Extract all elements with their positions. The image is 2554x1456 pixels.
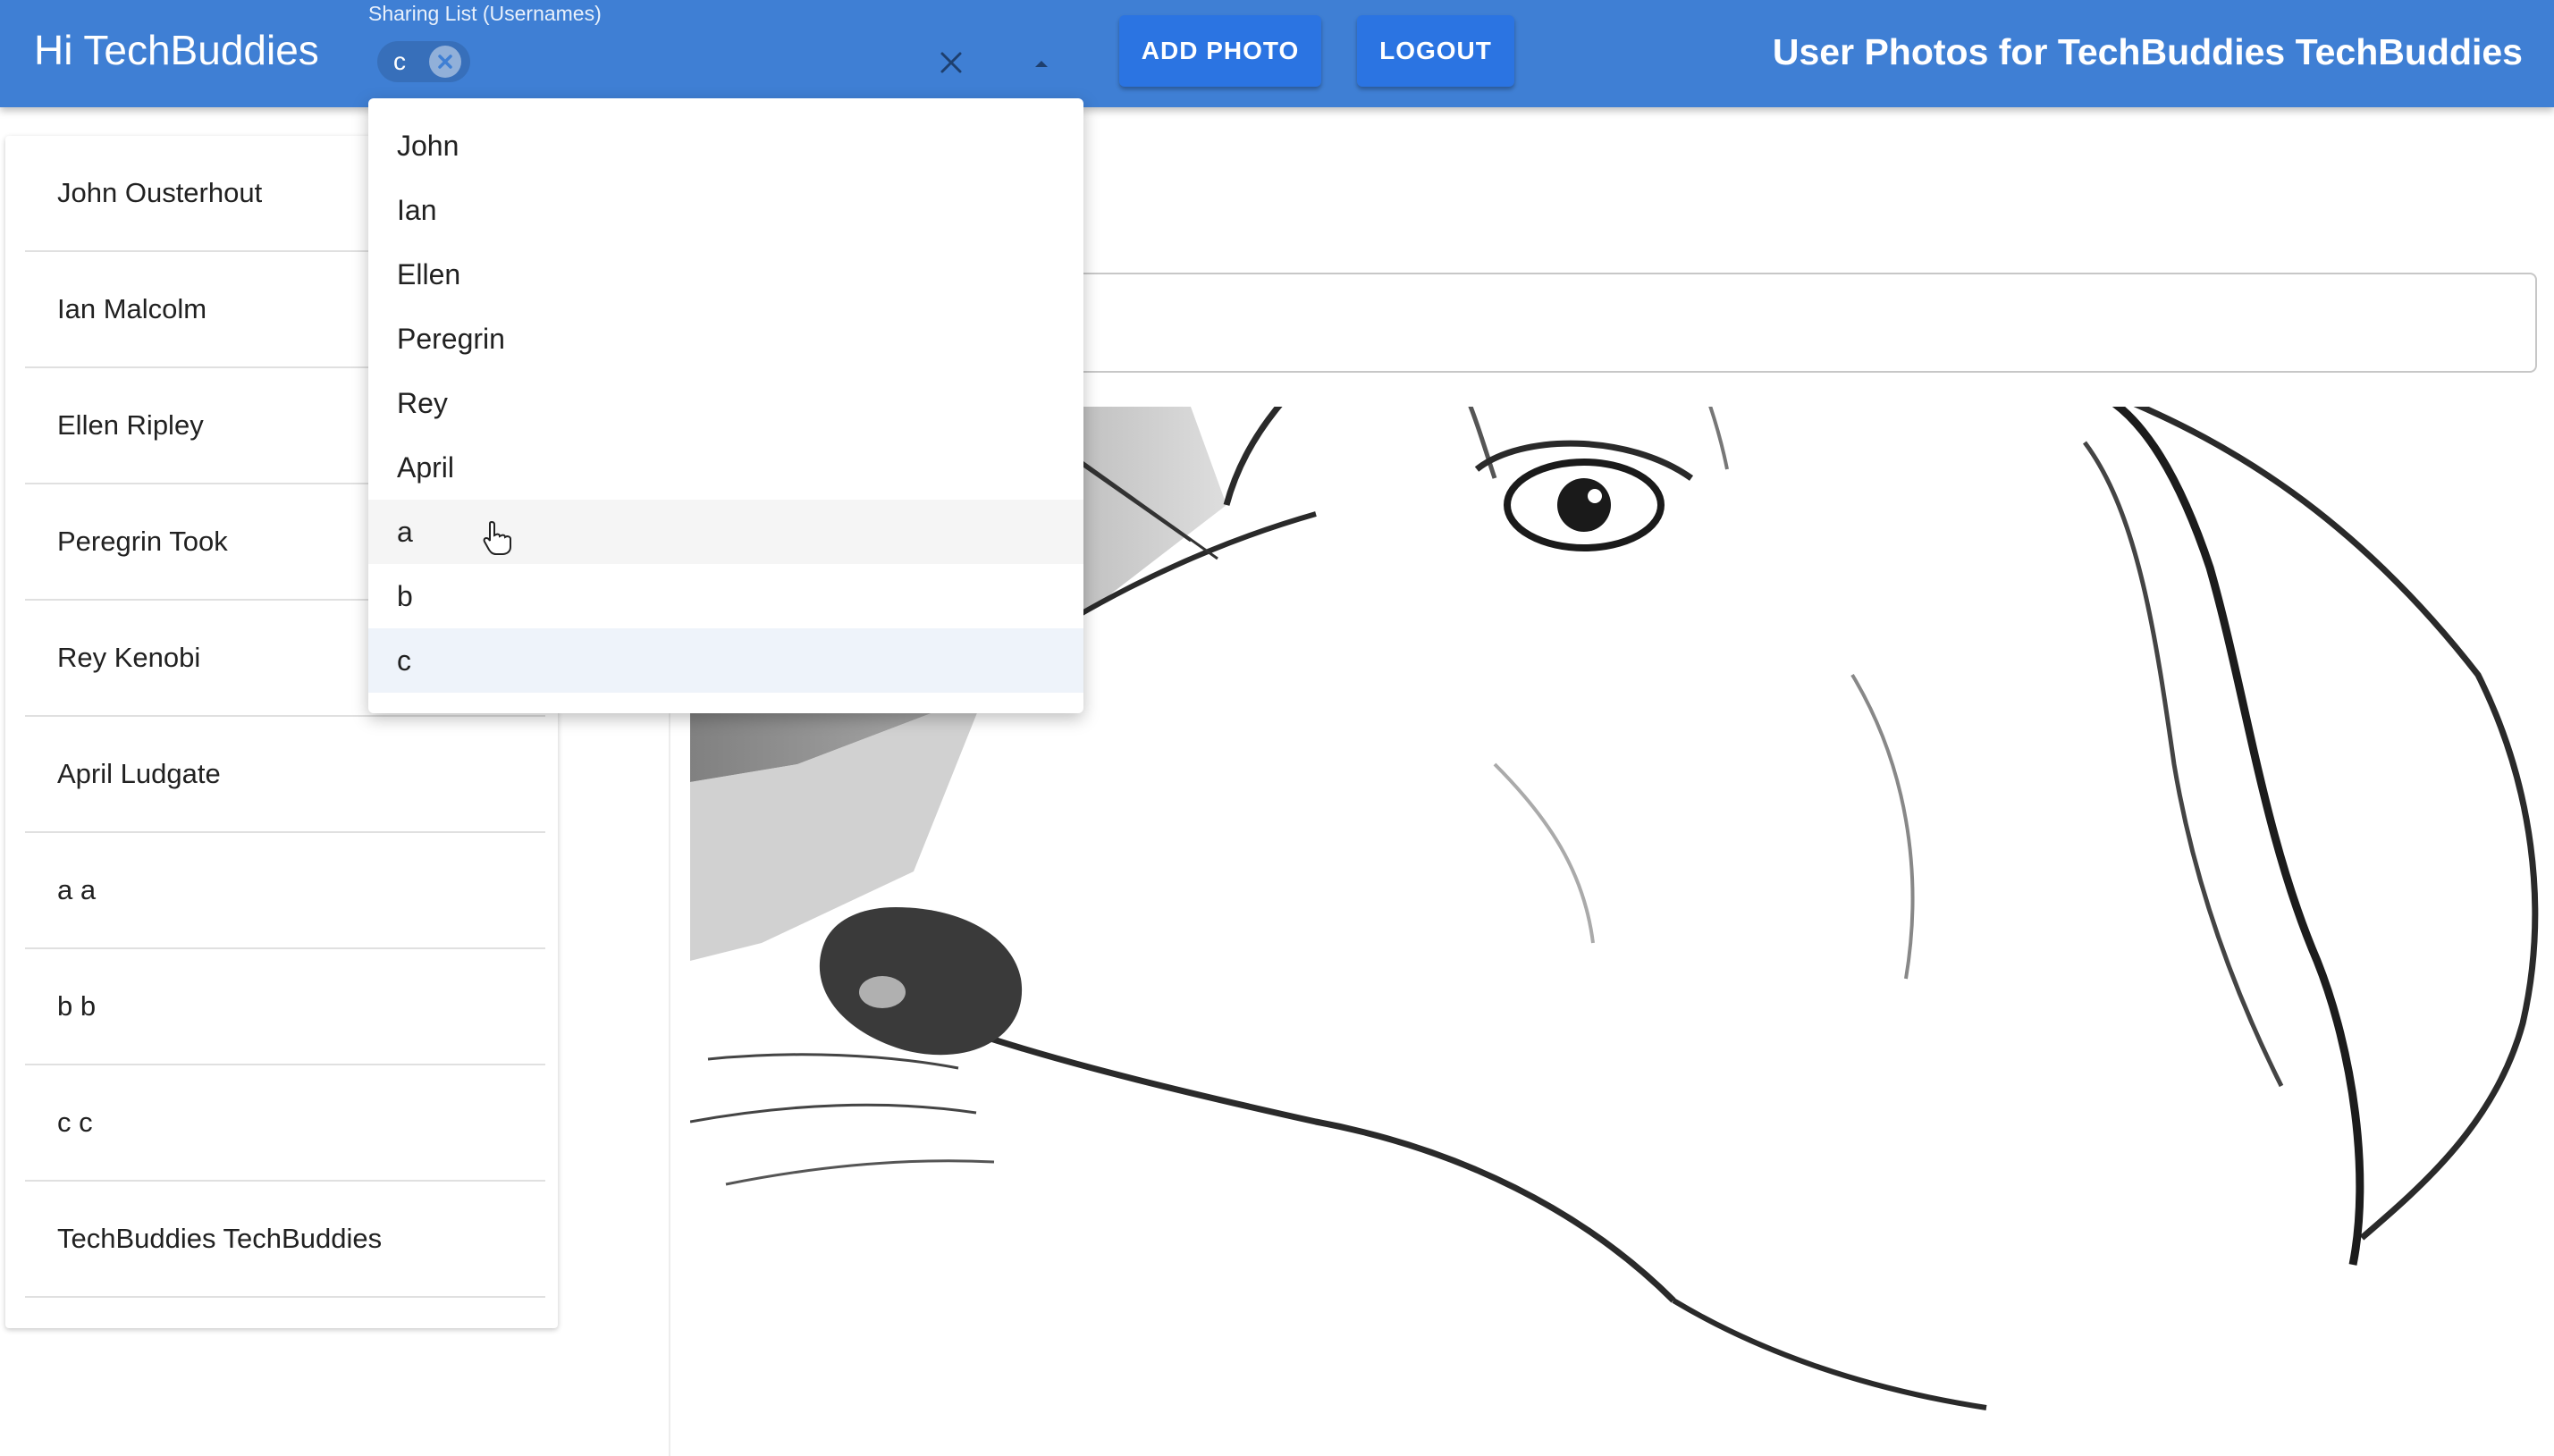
option-label: b bbox=[397, 580, 413, 612]
option-a[interactable]: a bbox=[368, 500, 1083, 564]
user-list-item[interactable]: b b bbox=[25, 949, 545, 1065]
add-photo-button[interactable]: ADD PHOTO bbox=[1119, 15, 1321, 87]
option-john[interactable]: John bbox=[368, 114, 1083, 178]
page-title: User Photos for TechBuddies TechBuddies bbox=[1772, 31, 2523, 72]
user-name: Peregrin Took bbox=[57, 526, 228, 557]
option-ian[interactable]: Ian bbox=[368, 178, 1083, 242]
user-list-item[interactable]: c c bbox=[25, 1065, 545, 1182]
option-label: TechBuddies bbox=[397, 693, 561, 713]
option-peregrin[interactable]: Peregrin bbox=[368, 307, 1083, 371]
hand-cursor-icon bbox=[483, 520, 513, 556]
option-label: c bbox=[397, 644, 411, 677]
greeting: Hi TechBuddies bbox=[34, 27, 319, 73]
user-name: John Ousterhout bbox=[57, 177, 263, 208]
option-april[interactable]: April bbox=[368, 435, 1083, 500]
user-name: Rey Kenobi bbox=[57, 642, 201, 673]
sharing-options-dropdown: John Ian Ellen Peregrin Rey April a b c … bbox=[368, 98, 1083, 713]
user-name: Ian Malcolm bbox=[57, 293, 207, 324]
option-b[interactable]: b bbox=[368, 564, 1083, 628]
sharing-list-autocomplete[interactable]: c bbox=[368, 36, 1057, 89]
user-name: c c bbox=[57, 1107, 93, 1138]
option-label: a bbox=[397, 516, 413, 548]
logout-button[interactable]: LOGOUT bbox=[1357, 15, 1514, 87]
comment-input[interactable] bbox=[983, 273, 2537, 373]
option-ellen[interactable]: Ellen bbox=[368, 242, 1083, 307]
share-chip-label: c bbox=[393, 47, 406, 75]
user-list-item[interactable]: a a bbox=[25, 833, 545, 949]
share-chip[interactable]: c bbox=[377, 41, 470, 82]
option-label: Ellen bbox=[397, 258, 461, 290]
user-name: April Ludgate bbox=[57, 758, 221, 789]
option-label: Ian bbox=[397, 194, 437, 226]
sharing-list-label: Sharing List (Usernames) bbox=[368, 2, 602, 25]
option-label: Rey bbox=[397, 387, 448, 419]
option-label: April bbox=[397, 451, 455, 484]
user-name: b b bbox=[57, 990, 97, 1022]
user-name: a a bbox=[57, 874, 97, 905]
user-list-item[interactable]: TechBuddies TechBuddies bbox=[25, 1182, 545, 1298]
user-list-item[interactable]: April Ludgate bbox=[25, 717, 545, 833]
collapse-arrow-icon[interactable] bbox=[1028, 50, 1055, 77]
chip-delete-icon[interactable] bbox=[429, 46, 461, 78]
option-label: John bbox=[397, 130, 459, 162]
option-label: Peregrin bbox=[397, 323, 505, 355]
user-name: TechBuddies TechBuddies bbox=[57, 1223, 383, 1254]
clear-selection-icon[interactable] bbox=[933, 45, 969, 80]
option-rey[interactable]: Rey bbox=[368, 371, 1083, 435]
app-bar: Hi TechBuddies Sharing List (Usernames) … bbox=[0, 0, 2554, 107]
option-techbuddies[interactable]: TechBuddies bbox=[368, 693, 1083, 713]
option-c[interactable]: c bbox=[368, 628, 1083, 693]
user-name: Ellen Ripley bbox=[57, 409, 204, 441]
